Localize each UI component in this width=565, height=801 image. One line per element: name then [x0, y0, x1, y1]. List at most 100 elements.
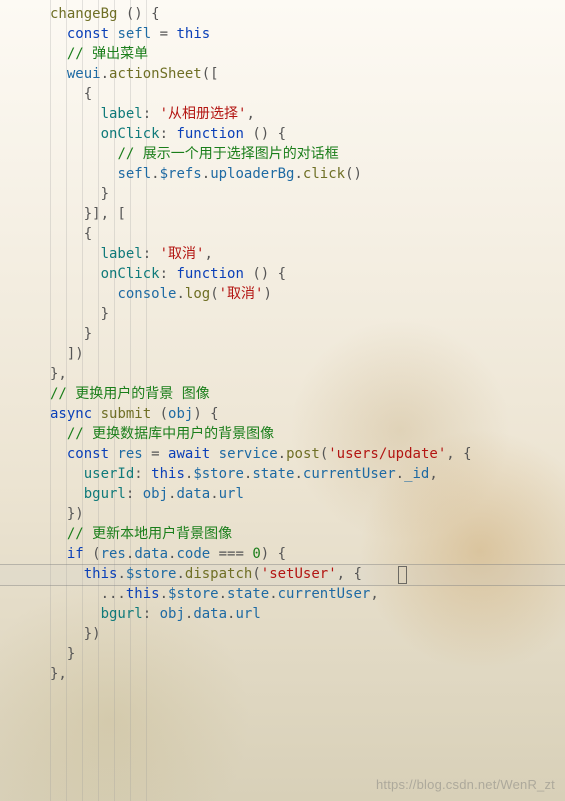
code-token: res: [117, 446, 142, 462]
code-token: state: [227, 586, 269, 602]
code-token: .: [294, 166, 302, 182]
code-token: bgurl: [101, 606, 143, 622]
code-token: [50, 26, 67, 42]
code-token: [50, 266, 101, 282]
code-token: userId: [84, 466, 135, 482]
code-token: :: [143, 106, 160, 122]
code-token: '取消': [219, 286, 264, 302]
code-token: [50, 566, 84, 582]
code-token: ([: [202, 66, 219, 82]
code-token: res: [101, 546, 126, 562]
code-token: this: [84, 566, 118, 582]
code-token: (: [252, 566, 260, 582]
code-token: .: [151, 166, 159, 182]
code-token: actionSheet: [109, 66, 202, 82]
code-token: {: [50, 226, 92, 242]
code-token: ): [263, 286, 271, 302]
code-token: },: [50, 366, 67, 382]
code-token: // 更换数据库中用户的背景图像: [67, 426, 274, 442]
code-token: uploaderBg: [210, 166, 294, 182]
code-token: // 展示一个用于选择图片的对话框: [117, 146, 338, 162]
code-token: data: [176, 486, 210, 502]
code-token: () {: [244, 126, 286, 142]
code-token: $store: [126, 566, 177, 582]
code-token: 0: [252, 546, 260, 562]
code-token: weui: [67, 66, 101, 82]
code-token: , {: [337, 566, 362, 582]
code-token: .: [160, 586, 168, 602]
code-token: [50, 286, 117, 302]
code-token: sefl: [117, 166, 151, 182]
code-token: }: [50, 646, 75, 662]
code-token: .: [294, 466, 302, 482]
code-token: function: [176, 266, 243, 282]
code-token: [50, 246, 101, 262]
code-token: [50, 46, 67, 62]
code-token: [50, 106, 101, 122]
code-token: post: [286, 446, 320, 462]
code-token: [50, 66, 67, 82]
code-token: [50, 166, 117, 182]
code-token: }): [50, 626, 101, 642]
code-token: :: [126, 486, 143, 502]
code-token: ,: [429, 466, 437, 482]
code-token: .: [278, 446, 286, 462]
code-token: [50, 426, 67, 442]
code-token: [50, 486, 84, 502]
code-token: .: [176, 286, 184, 302]
code-token: _id: [404, 466, 429, 482]
code-token: this: [126, 586, 160, 602]
code-token: '取消': [160, 246, 205, 262]
code-token: $store: [168, 586, 219, 602]
code-token: :: [143, 246, 160, 262]
code-token: sefl: [117, 26, 151, 42]
code-token: onClick: [101, 266, 160, 282]
code-token: () {: [117, 6, 159, 22]
code-token: [210, 446, 218, 462]
code-token: },: [50, 666, 67, 682]
code-token: await: [168, 446, 210, 462]
code-editor[interactable]: changeBg () { const sefl = this // 弹出菜单 …: [0, 0, 565, 684]
code-token: {: [50, 86, 92, 102]
code-token: bgurl: [84, 486, 126, 502]
code-token: ) {: [193, 406, 218, 422]
code-token: ]): [50, 346, 84, 362]
code-token: () {: [244, 266, 286, 282]
code-token: data: [193, 606, 227, 622]
code-token: .: [219, 586, 227, 602]
code-token: [92, 406, 100, 422]
code-token: // 弹出菜单: [67, 46, 148, 62]
code-token: url: [235, 606, 260, 622]
code-token: $store: [193, 466, 244, 482]
code-token: ,: [370, 586, 378, 602]
code-token: obj: [143, 486, 168, 502]
code-token: :: [160, 266, 177, 282]
code-token: log: [185, 286, 210, 302]
code-token: url: [219, 486, 244, 502]
code-token: :: [134, 466, 151, 482]
code-token: (): [345, 166, 362, 182]
code-token: [50, 446, 67, 462]
code-token: async: [50, 406, 92, 422]
code-token: (: [151, 406, 168, 422]
code-token: }): [50, 506, 84, 522]
code-token: console: [117, 286, 176, 302]
code-token: }: [50, 186, 109, 202]
code-token: [50, 466, 84, 482]
code-token: .: [117, 566, 125, 582]
code-token: ) {: [261, 546, 286, 562]
code-token: .: [176, 566, 184, 582]
code-token: this: [151, 466, 185, 482]
code-token: =: [143, 446, 168, 462]
code-token: click: [303, 166, 345, 182]
code-token: }: [50, 306, 109, 322]
code-token: // 更换用户的背景 图像: [50, 386, 210, 402]
code-token: onClick: [101, 126, 160, 142]
code-token: [50, 146, 117, 162]
code-token: 'setUser': [261, 566, 337, 582]
code-token: $refs: [160, 166, 202, 182]
code-token: dispatch: [185, 566, 252, 582]
code-token: code: [176, 546, 210, 562]
code-token: =: [151, 26, 176, 42]
code-token: (: [84, 546, 101, 562]
